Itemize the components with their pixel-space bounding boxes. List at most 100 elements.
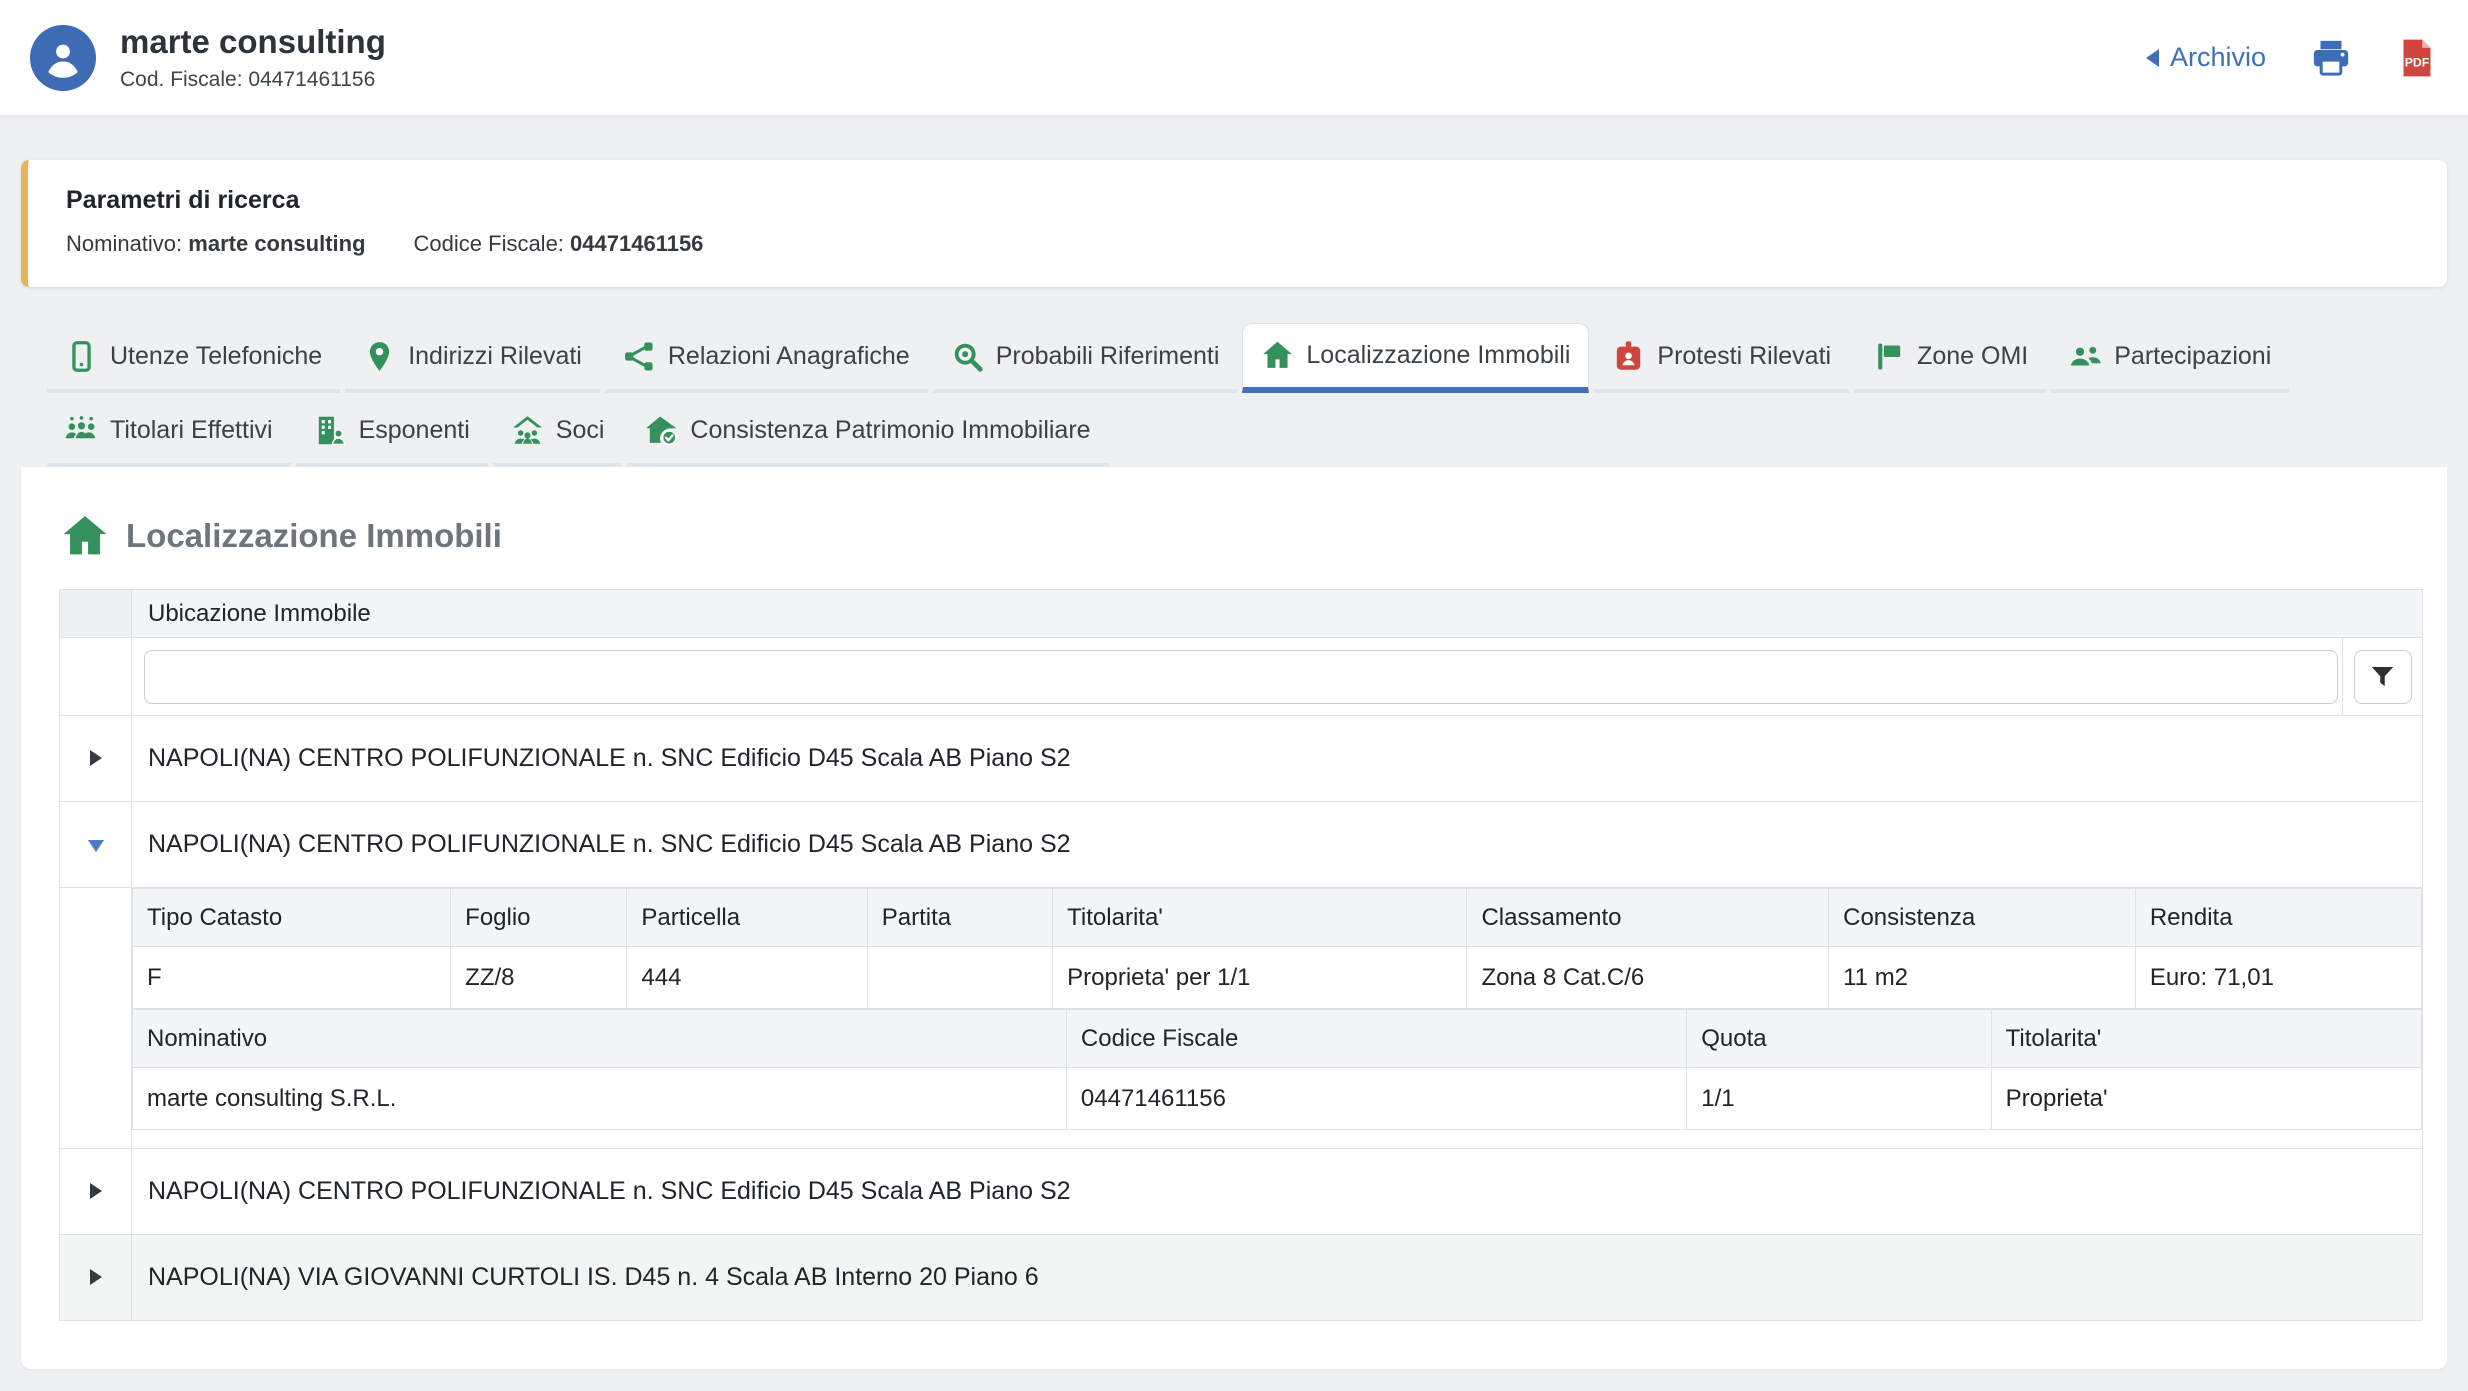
col-quota: Quota <box>1687 1010 1991 1068</box>
home-icon <box>60 513 110 559</box>
archive-link[interactable]: Archivio <box>2146 42 2266 73</box>
tab-titolari-effettivi[interactable]: Titolari Effettivi <box>47 397 291 467</box>
filter-cell <box>132 638 2343 716</box>
tab-label: Probabili Riferimenti <box>996 342 1220 371</box>
property-row: NAPOLI(NA) CENTRO POLIFUNZIONALE n. SNC … <box>60 716 2423 802</box>
expand-toggle[interactable] <box>60 716 132 802</box>
search-params-card: Parametri di ricerca Nominativo: marte c… <box>21 160 2447 287</box>
group-icon <box>2069 340 2102 373</box>
collapse-icon <box>88 840 104 852</box>
tab-utenze-telefoniche[interactable]: Utenze Telefoniche <box>47 323 340 393</box>
property-address: NAPOLI(NA) CENTRO POLIFUNZIONALE n. SNC … <box>132 1149 2423 1235</box>
col-titolarita: Titolarita' <box>1991 1010 2421 1068</box>
col-nominativo: Nominativo <box>133 1010 1067 1068</box>
codice-fiscale-value: 04471461156 <box>570 231 703 256</box>
topbar-actions: Archivio PDF <box>2146 37 2438 79</box>
col-classamento: Classamento <box>1467 889 1829 947</box>
cadastral-table: Tipo Catasto Foglio Particella Partita T… <box>132 888 2422 1009</box>
ubicazione-filter-input[interactable] <box>144 650 2338 704</box>
property-detail-row: Tipo Catasto Foglio Particella Partita T… <box>60 888 2423 1149</box>
tab-localizzazione-immobili[interactable]: Localizzazione Immobili <box>1242 323 1589 393</box>
home-icon <box>1261 339 1294 372</box>
partita-value <box>867 947 1052 1009</box>
tab-label: Esponenti <box>359 416 470 445</box>
filter-row-gutter <box>60 638 132 716</box>
property-row: NAPOLI(NA) CENTRO POLIFUNZIONALE n. SNC … <box>60 1149 2423 1235</box>
archive-link-label: Archivio <box>2170 42 2266 73</box>
col-codice-fiscale: Codice Fiscale <box>1066 1010 1686 1068</box>
filter-button-cell <box>2343 638 2423 716</box>
sign-icon <box>1872 340 1905 373</box>
tab-probabili-riferimenti[interactable]: Probabili Riferimenti <box>933 323 1238 393</box>
pdf-export-button[interactable]: PDF <box>2396 37 2438 79</box>
tab-label: Consistenza Patrimonio Immobiliare <box>690 416 1090 445</box>
tab-protesti-rilevati[interactable]: Protesti Rilevati <box>1594 323 1849 393</box>
tab-label: Zone OMI <box>1917 342 2028 371</box>
expand-icon <box>90 750 102 766</box>
property-address: NAPOLI(NA) CENTRO POLIFUNZIONALE n. SNC … <box>132 716 2423 802</box>
col-foglio: Foglio <box>451 889 627 947</box>
owners-table: Nominativo Codice Fiscale Quota Titolari… <box>132 1009 2422 1130</box>
property-details: Tipo Catasto Foglio Particella Partita T… <box>132 888 2423 1149</box>
table-header-row: Ubicazione Immobile <box>60 590 2423 638</box>
filter-row <box>60 638 2423 716</box>
tab-partecipazioni[interactable]: Partecipazioni <box>2051 323 2289 393</box>
titolarita-value: Proprieta' <box>1991 1068 2421 1130</box>
ubicazione-column-header: Ubicazione Immobile <box>132 590 2423 638</box>
map-pin-icon <box>363 340 396 373</box>
tab-consistenza-patrimonio[interactable]: Consistenza Patrimonio Immobiliare <box>627 397 1108 467</box>
tab-esponenti[interactable]: Esponenti <box>296 397 488 467</box>
tab-label: Protesti Rilevati <box>1657 342 1831 371</box>
tab-label: Localizzazione Immobili <box>1306 341 1570 370</box>
filter-icon <box>2369 663 2396 690</box>
expand-toggle[interactable] <box>60 1149 132 1235</box>
quota-value: 1/1 <box>1687 1068 1991 1130</box>
print-button[interactable] <box>2310 37 2352 79</box>
page-title: marte consulting <box>120 23 386 61</box>
tab-label: Utenze Telefoniche <box>110 342 322 371</box>
collapse-toggle[interactable] <box>60 802 132 888</box>
property-row-expanded: NAPOLI(NA) CENTRO POLIFUNZIONALE n. SNC … <box>60 802 2423 888</box>
foglio-value: ZZ/8 <box>451 947 627 1009</box>
section-title: Localizzazione Immobili <box>126 517 502 555</box>
relations-icon <box>623 340 656 373</box>
tab-relazioni-anagrafiche[interactable]: Relazioni Anagrafiche <box>605 323 928 393</box>
rendita-value: Euro: 71,01 <box>2135 947 2421 1009</box>
protest-badge-icon <box>1612 340 1645 373</box>
codice-fiscale-label: Codice Fiscale: <box>414 231 564 256</box>
detail-gutter <box>60 888 132 1149</box>
printer-icon <box>2310 37 2352 79</box>
expand-toggle[interactable] <box>60 1235 132 1321</box>
cadastral-value-row: F ZZ/8 444 Proprieta' per 1/1 Zona 8 Cat… <box>133 947 2422 1009</box>
col-titolarita: Titolarita' <box>1053 889 1467 947</box>
back-arrow-icon <box>2146 49 2159 67</box>
owners-group-icon <box>65 414 98 447</box>
page-body: Parametri di ricerca Nominativo: marte c… <box>0 116 2468 1391</box>
search-params-line: Nominativo: marte consulting Codice Fisc… <box>66 231 2409 257</box>
tab-zone-omi[interactable]: Zone OMI <box>1854 323 2046 393</box>
consistenza-value: 11 m2 <box>1829 947 2136 1009</box>
tab-soci[interactable]: Soci <box>493 397 623 467</box>
search-params-title: Parametri di ricerca <box>66 186 2409 215</box>
nominativo-label: Nominativo: <box>66 231 182 256</box>
house-check-icon <box>645 414 678 447</box>
house-people-icon <box>511 414 544 447</box>
section-header: Localizzazione Immobili <box>60 513 2423 559</box>
col-partita: Partita <box>867 889 1052 947</box>
property-row: NAPOLI(NA) VIA GIOVANNI CURTOLI IS. D45 … <box>60 1235 2423 1321</box>
cadastral-header-row: Tipo Catasto Foglio Particella Partita T… <box>133 889 2422 947</box>
codice-fiscale-value: 04471461156 <box>1066 1068 1686 1130</box>
tab-indirizzi-rilevati[interactable]: Indirizzi Rilevati <box>345 323 600 393</box>
tab-label: Indirizzi Rilevati <box>408 342 582 371</box>
tab-label: Relazioni Anagrafiche <box>668 342 910 371</box>
pdf-icon: PDF <box>2396 37 2438 79</box>
tabs-row-1: Utenze Telefoniche Indirizzi Rilevati Re… <box>21 323 2447 393</box>
nominativo-param: Nominativo: marte consulting <box>66 231 366 257</box>
title-block: marte consulting Cod. Fiscale: 044714611… <box>120 23 386 92</box>
nominativo-value: marte consulting S.R.L. <box>133 1068 1067 1130</box>
col-tipo-catasto: Tipo Catasto <box>133 889 451 947</box>
col-rendita: Rendita <box>2135 889 2421 947</box>
fiscal-code-subtitle: Cod. Fiscale: 04471461156 <box>120 68 386 92</box>
expand-icon <box>90 1269 102 1285</box>
filter-button[interactable] <box>2354 650 2412 704</box>
